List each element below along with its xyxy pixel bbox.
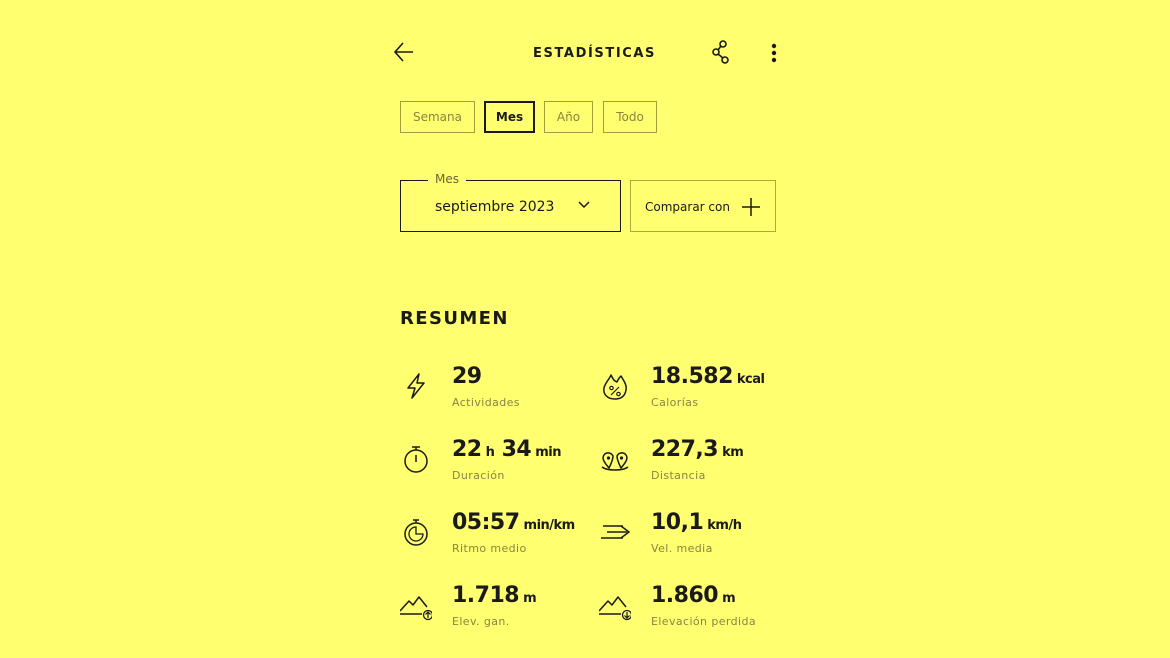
mountain-up-icon	[400, 596, 432, 621]
stat-pace: 05:57 min/km Ritmo medio	[400, 510, 590, 560]
elevation-loss-label: Elevación perdida	[651, 615, 756, 628]
top-bar: ESTADÍSTICAS	[392, 38, 792, 70]
elevation-loss-value: 1.860 m	[651, 583, 736, 608]
stat-duration: 22 h 34 min Duración	[400, 437, 590, 487]
tab-semana[interactable]: Semana	[400, 101, 475, 133]
month-select-label: Mes	[428, 172, 466, 186]
elevation-gain-label: Elev. gan.	[452, 615, 510, 628]
pace-value: 05:57 min/km	[452, 510, 575, 535]
tab-todo[interactable]: Todo	[603, 101, 657, 133]
activities-value: 29	[452, 364, 482, 389]
stat-speed: 10,1 km/h Vel. media	[599, 510, 789, 560]
speed-value: 10,1 km/h	[651, 510, 742, 535]
pace-clock-icon	[404, 519, 428, 546]
stopwatch-icon	[404, 446, 428, 473]
chevron-down-icon	[578, 201, 590, 209]
month-select[interactable]: Mes septiembre 2023	[400, 172, 621, 232]
calories-label: Calorías	[651, 396, 699, 409]
stat-elevation-loss: 1.860 m Elevación perdida	[599, 583, 789, 633]
compare-button[interactable]: Comparar con	[630, 180, 776, 232]
speed-label: Vel. media	[651, 542, 713, 555]
arrow-left-icon[interactable]	[392, 38, 416, 66]
stat-calories: 18.582 kcal Calorías	[599, 364, 789, 414]
compare-label: Comparar con	[645, 200, 730, 214]
page-title: ESTADÍSTICAS	[533, 46, 657, 61]
activities-label: Actividades	[452, 396, 520, 409]
distance-label: Distancia	[651, 469, 706, 482]
calories-value: 18.582 kcal	[651, 364, 765, 389]
elevation-gain-value: 1.718 m	[452, 583, 537, 608]
stat-activities: 29 Actividades	[400, 364, 590, 414]
flame-percent-icon	[603, 374, 627, 400]
share-icon[interactable]	[710, 39, 732, 65]
mountain-down-icon	[599, 596, 631, 621]
tab-mes[interactable]: Mes	[484, 101, 535, 133]
stat-elevation-gain: 1.718 m Elev. gan.	[400, 583, 590, 633]
pace-label: Ritmo medio	[452, 542, 527, 555]
summary-title: RESUMEN	[400, 308, 509, 329]
route-pins-icon	[601, 452, 629, 471]
speed-arrow-icon	[601, 525, 631, 539]
plus-icon	[742, 198, 760, 216]
duration-label: Duración	[452, 469, 505, 482]
distance-value: 227,3 km	[651, 437, 744, 462]
stat-distance: 227,3 km Distancia	[599, 437, 789, 487]
more-vertical-icon[interactable]	[768, 40, 780, 66]
duration-value: 22 h 34 min	[452, 437, 561, 462]
tab-ano[interactable]: Año	[544, 101, 593, 133]
month-select-value: septiembre 2023	[435, 199, 555, 215]
lightning-icon	[407, 373, 425, 399]
